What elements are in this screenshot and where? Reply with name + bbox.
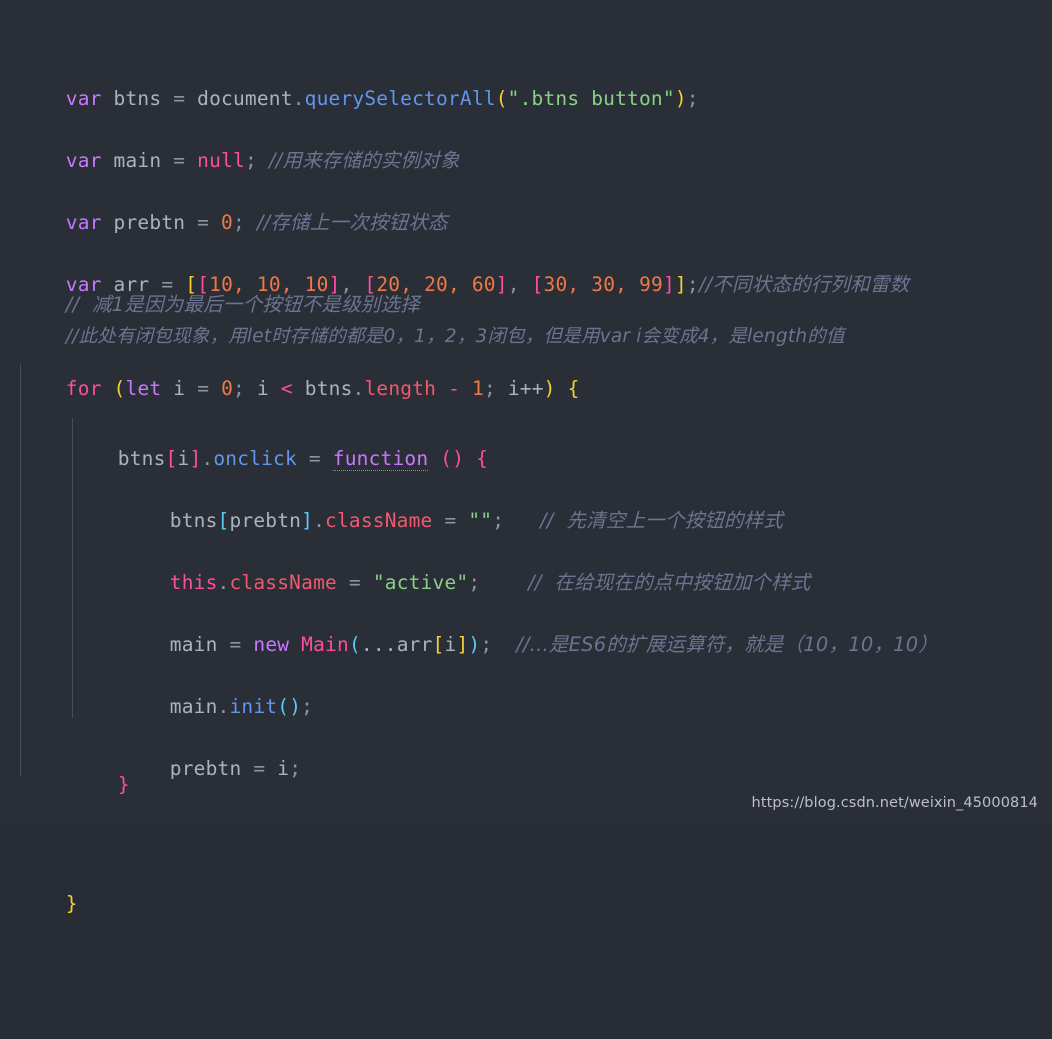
code-line-5: // 减1是因为最后一个按钮不是级别选择: [0, 258, 1052, 316]
code-editor[interactable]: var btns = document.querySelectorAll(".b…: [0, 0, 1052, 915]
code-line-12: main.init();: [0, 614, 1052, 718]
code-line-13: prebtn = i;: [0, 676, 1052, 780]
token-brace-close-for: }: [65, 892, 78, 915]
watermark-blog-url: https://blog.csdn.net/weixin_45000814: [751, 795, 1038, 811]
code-line-9: btns[prebtn].className = ""; // 先清空上一个按钮…: [0, 428, 1052, 532]
code-line-6: //此处有闭包现象，用let时存储的都是0，1，2，3闭包，但是用var i会变…: [0, 289, 1052, 347]
code-line-3: var prebtn = 0; //存储上一次按钮状态: [0, 130, 1052, 234]
code-line-8: btns[i].onclick = function () {: [0, 366, 1052, 471]
code-line-1: var btns = document.querySelectorAll(".b…: [0, 6, 1052, 110]
code-line-7: for (let i = 0; i < btns.length - 1; i++…: [0, 320, 1052, 400]
code-line-4: var arr = [[10, 10, 10], [20, 20, 60], […: [0, 192, 1052, 296]
code-line-14: }: [0, 738, 1052, 796]
code-line-10: this.className = "active"; // 在给现在的点中按钮加…: [0, 490, 1052, 594]
code-line-2: var main = null; //用来存储的实例对象: [0, 68, 1052, 172]
code-line-11: main = new Main(...arr[i]); //...是ES6的扩展…: [0, 552, 1052, 656]
